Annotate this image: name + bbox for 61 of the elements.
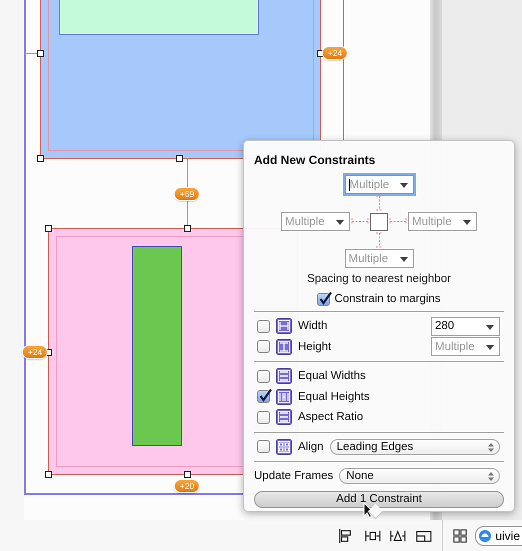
width-icon xyxy=(276,318,292,334)
spacing-field[interactable]: Multiple xyxy=(344,175,414,194)
inner-view[interactable] xyxy=(132,246,182,446)
checkbox[interactable] xyxy=(257,410,270,424)
caret-icon xyxy=(336,220,344,225)
caret-icon xyxy=(486,345,494,350)
spacing-field[interactable]: Multiple xyxy=(408,212,477,231)
resize-handle[interactable] xyxy=(176,155,183,162)
checkbox-label: Align xyxy=(298,440,324,453)
checkbox[interactable] xyxy=(257,340,270,354)
update-frames-popup[interactable]: None xyxy=(339,468,500,484)
height-icon xyxy=(276,338,292,355)
checkbox-label: Height xyxy=(298,340,332,353)
constraint-badge[interactable]: +24 xyxy=(322,47,348,59)
checkbox[interactable] xyxy=(257,320,270,333)
grid-icon[interactable] xyxy=(453,528,468,544)
checkbox[interactable] xyxy=(257,390,270,404)
caret-icon xyxy=(400,257,408,262)
scheme-selector[interactable]: uivie xyxy=(475,526,522,546)
spacing-guide-icon xyxy=(350,217,370,226)
caret-icon xyxy=(486,324,494,330)
checkbox-label: Equal Widths xyxy=(298,370,366,382)
equal-widths-icon xyxy=(276,368,292,384)
constraint-badge[interactable]: +69 xyxy=(174,188,200,200)
spacing-field[interactable]: Multiple xyxy=(344,249,414,268)
checkbox-label: Aspect Ratio xyxy=(298,411,364,424)
view-square-icon xyxy=(370,212,388,230)
resize-handle[interactable] xyxy=(37,155,44,162)
equal-heights-icon xyxy=(276,388,292,405)
spacing-guide-icon xyxy=(374,231,384,249)
add-constraint-button[interactable]: Add 1 Constraint xyxy=(254,490,504,508)
update-frames-label: Update Frames xyxy=(254,470,334,482)
spacing-guide-icon xyxy=(388,217,408,226)
stepper-icon xyxy=(488,472,494,482)
align-popup[interactable]: Leading Edges xyxy=(330,438,500,455)
checkbox[interactable] xyxy=(257,440,270,454)
resize-handle[interactable] xyxy=(184,471,191,478)
checkbox[interactable] xyxy=(317,292,330,306)
resize-handle[interactable] xyxy=(37,50,44,57)
caret-icon xyxy=(400,183,408,188)
stepper-icon xyxy=(488,442,494,452)
popover-title: Add New Constraints xyxy=(254,153,376,167)
checkbox-label: Width xyxy=(298,320,328,332)
checkbox[interactable] xyxy=(257,370,270,383)
resize-handle[interactable] xyxy=(45,471,52,478)
size-field[interactable]: 280 xyxy=(431,316,500,336)
target-icon xyxy=(478,528,492,542)
caret-icon xyxy=(463,220,471,225)
spacing-guide-icon xyxy=(374,194,384,212)
constraint-badge[interactable]: +24 xyxy=(22,346,48,358)
resize-handle[interactable] xyxy=(45,225,52,232)
spacing-field[interactable]: Multiple xyxy=(281,212,350,231)
spacing-caption: Spacing to nearest neighbor xyxy=(306,273,452,285)
align-icon xyxy=(276,438,292,455)
resize-handle[interactable] xyxy=(184,225,191,232)
aspect-ratio-icon xyxy=(276,409,292,426)
checkbox-label: Equal Heights xyxy=(298,390,370,403)
checkbox-label: Constrain to margins xyxy=(334,293,441,305)
subview[interactable] xyxy=(59,0,259,35)
size-field[interactable]: Multiple xyxy=(431,337,500,356)
constraint-badge[interactable]: +20 xyxy=(174,480,200,492)
